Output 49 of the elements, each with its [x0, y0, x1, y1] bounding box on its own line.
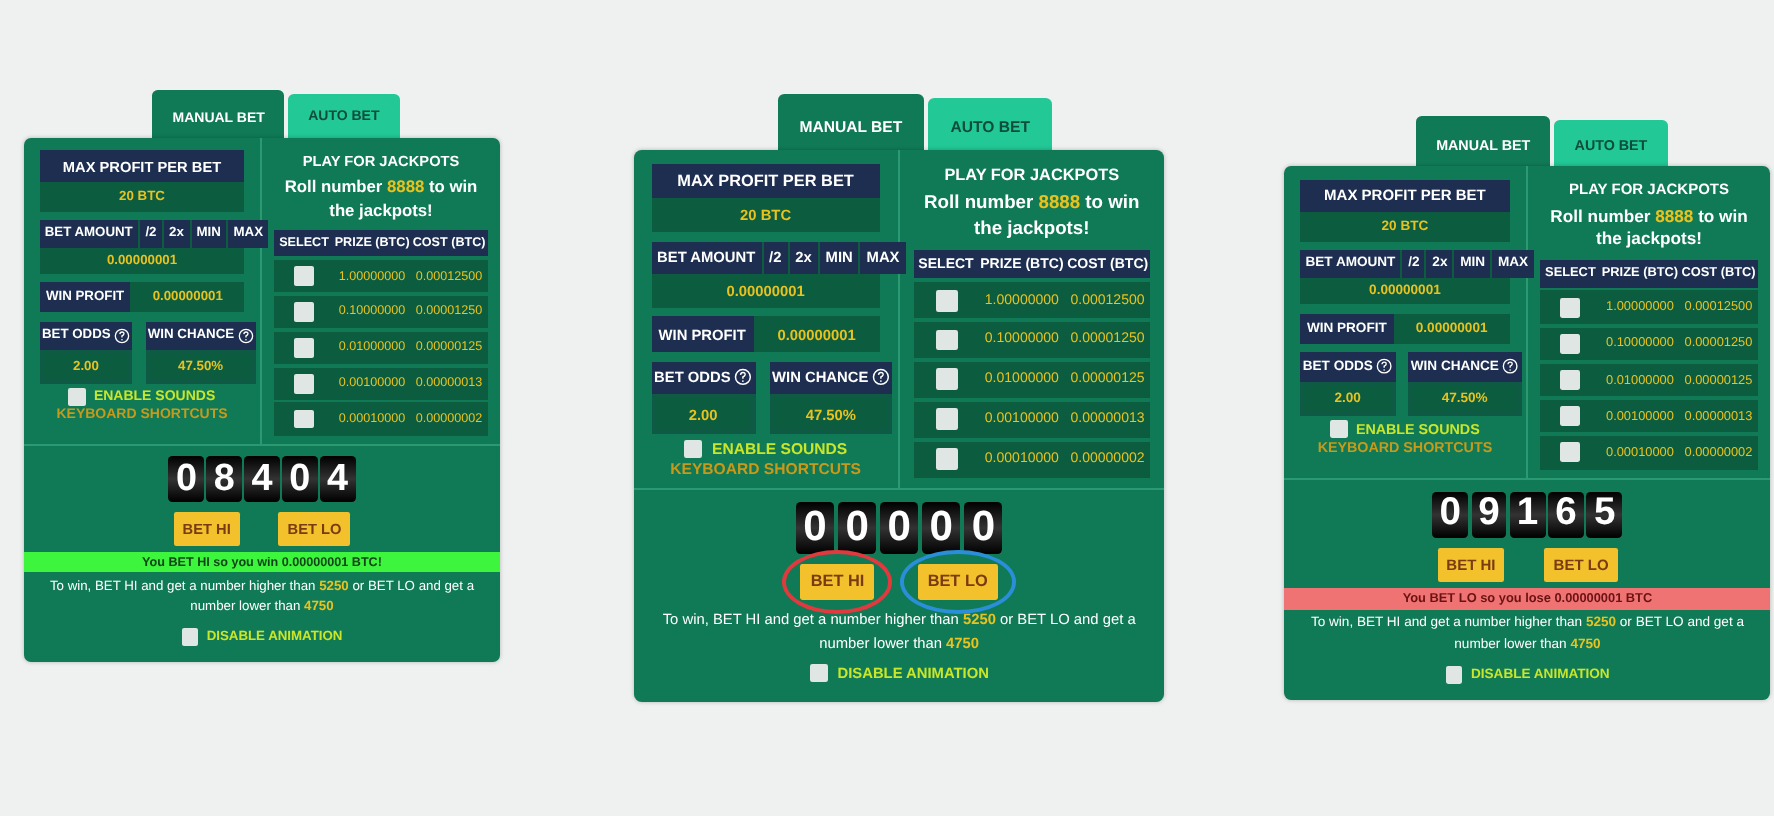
checkbox[interactable] [935, 448, 958, 471]
section-title: PLAY FOR JACKPOTS [944, 165, 1120, 184]
field-label: MAX PROFIT PER BET [651, 163, 881, 198]
checkbox[interactable] [68, 388, 86, 406]
digit-tile: 0 [921, 502, 961, 555]
bet-button[interactable]: BET LO [917, 563, 998, 600]
checkbox[interactable] [294, 337, 314, 358]
digit-tile: 9 [1471, 491, 1507, 539]
checkbox[interactable] [809, 664, 829, 683]
help-icon[interactable] [237, 327, 254, 344]
digit-tile: 5 [1586, 491, 1623, 539]
digit-tile: 0 [282, 456, 318, 503]
checkbox[interactable] [1560, 333, 1581, 354]
digit-tile: 4 [320, 456, 356, 503]
digit-tile: 0 [1432, 491, 1469, 539]
digit-tile: 0 [879, 502, 919, 555]
help-icon[interactable] [113, 327, 130, 344]
checkbox[interactable] [294, 266, 314, 287]
checkbox[interactable] [1560, 406, 1581, 427]
digit-tile: 0 [168, 456, 204, 503]
checkbox[interactable] [1560, 297, 1581, 318]
checkbox[interactable] [1560, 442, 1581, 463]
checkbox[interactable] [683, 439, 703, 458]
help-icon[interactable] [872, 368, 890, 387]
checkbox[interactable] [1330, 420, 1348, 438]
jackpot-text: Roll number 8888 to win the jackpots! [282, 176, 480, 222]
bet-button[interactable]: BET HI [800, 563, 875, 600]
checkbox[interactable] [294, 302, 314, 322]
checkbox[interactable] [294, 409, 314, 429]
checkbox[interactable] [181, 628, 199, 646]
digit-tile: 6 [1548, 491, 1584, 539]
digit-tile: 4 [244, 456, 280, 503]
checkbox[interactable] [935, 368, 958, 391]
help-icon[interactable] [1502, 358, 1519, 376]
help-icon[interactable] [734, 368, 753, 387]
checkbox[interactable] [1560, 370, 1581, 391]
digit-tile: 0 [837, 502, 877, 555]
checkbox[interactable] [935, 329, 958, 351]
jackpot-text: Roll number 8888 to win the jackpots! [1548, 205, 1750, 252]
checkbox[interactable] [935, 289, 958, 312]
digit-tile: 1 [1509, 491, 1546, 539]
help-icon[interactable] [1376, 358, 1393, 376]
checkbox[interactable] [935, 408, 958, 431]
checkbox[interactable] [294, 373, 314, 394]
digit-tile: 8 [206, 456, 242, 503]
digit-tile: 0 [795, 502, 835, 555]
digit-tile: 0 [963, 502, 1003, 555]
checkbox[interactable] [1445, 666, 1463, 684]
jackpot-text: Roll number 8888 to win the jackpots! [922, 190, 1142, 242]
